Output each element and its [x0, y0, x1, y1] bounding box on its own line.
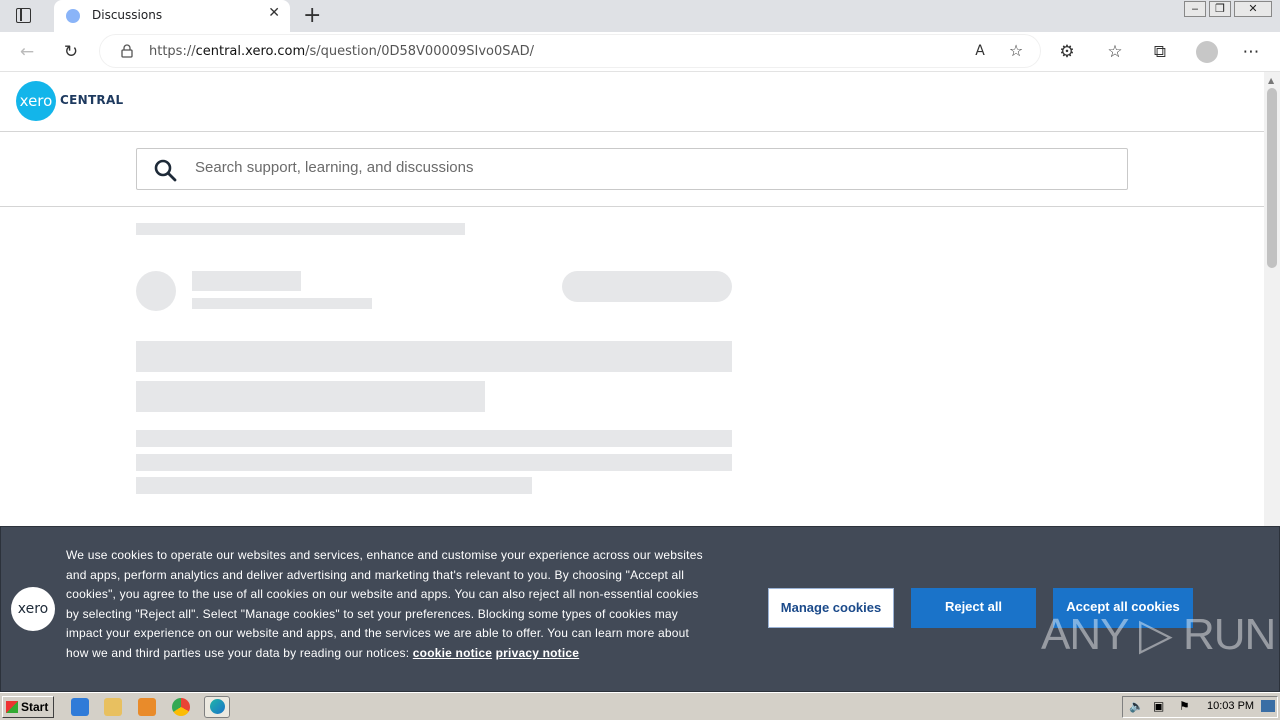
minimize-button[interactable]: ‒: [1184, 1, 1206, 17]
skeleton-body-line: [136, 454, 732, 471]
skeleton-date: [192, 298, 372, 309]
skeleton-avatar: [136, 271, 176, 311]
search-icon[interactable]: [153, 158, 177, 182]
clock: 10:03 PM: [1207, 700, 1255, 712]
skeleton-title-line: [136, 381, 485, 412]
skeleton-title-line: [136, 341, 732, 372]
central-brand-text[interactable]: CENTRAL: [60, 93, 124, 107]
system-tray: 🔈 ▣ ⚑ 10:03 PM: [1122, 696, 1278, 718]
address-bar[interactable]: https://central.xero.com/s/question/0D58…: [100, 35, 1040, 67]
search-box[interactable]: [136, 148, 1128, 190]
favorites-icon[interactable]: ☆: [1104, 41, 1126, 63]
windows-logo-icon: [6, 701, 18, 713]
cookie-message: We use cookies to operate our websites a…: [66, 548, 703, 660]
url-text: https://central.xero.com/s/question/0D58…: [149, 44, 535, 59]
show-desktop-icon[interactable]: [1261, 700, 1275, 712]
search-input[interactable]: [195, 159, 1095, 176]
tab-close-icon[interactable]: ✕: [268, 5, 280, 21]
restore-button[interactable]: ❐: [1209, 1, 1231, 17]
skeleton-body-line: [136, 430, 732, 447]
profile-avatar[interactable]: [1196, 41, 1218, 63]
skeleton-breadcrumb: [136, 223, 465, 235]
add-favorite-icon[interactable]: ☆: [1005, 40, 1027, 62]
close-window-button[interactable]: ✕: [1234, 1, 1272, 17]
read-aloud-icon[interactable]: A: [969, 40, 991, 62]
cookie-banner: xero We use cookies to operate our websi…: [0, 526, 1280, 692]
xero-favicon-icon: [66, 9, 80, 23]
xero-logo[interactable]: xero: [16, 81, 56, 121]
skeleton-body-line: [136, 477, 532, 494]
network-icon[interactable]: ▣: [1153, 699, 1164, 713]
chrome-icon[interactable]: [172, 698, 190, 716]
cookie-notice-link[interactable]: cookie notice: [413, 646, 492, 660]
ie-icon[interactable]: [71, 698, 89, 716]
extensions-icon[interactable]: ⚙: [1056, 41, 1078, 63]
explorer-icon[interactable]: [104, 698, 122, 716]
back-arrow-icon[interactable]: ←: [16, 41, 38, 63]
privacy-notice-link[interactable]: privacy notice: [496, 646, 580, 660]
start-button[interactable]: Start: [2, 696, 54, 718]
volume-icon[interactable]: 🔈: [1129, 699, 1144, 713]
scroll-thumb[interactable]: [1267, 88, 1277, 268]
anyrun-watermark: ANY ▷ RUN: [1041, 610, 1276, 659]
refresh-icon[interactable]: ↻: [60, 41, 82, 63]
tab-actions-icon[interactable]: [16, 8, 31, 23]
xero-logo-icon: xero: [11, 587, 55, 631]
more-menu-icon[interactable]: ⋯: [1240, 41, 1262, 63]
manage-cookies-button[interactable]: Manage cookies: [768, 588, 894, 628]
browser-toolbar: ← ↻ https://central.xero.com/s/question/…: [0, 32, 1280, 72]
reject-all-button[interactable]: Reject all: [911, 588, 1036, 628]
tab-discussions[interactable]: Discussions ✕: [54, 0, 290, 32]
media-player-icon[interactable]: [138, 698, 156, 716]
edge-taskbar-button[interactable]: [204, 696, 230, 718]
skeleton-author: [192, 271, 301, 291]
skeleton-follow-button: [562, 271, 732, 302]
new-tab-button[interactable]: +: [303, 3, 321, 28]
scroll-up-icon[interactable]: ▲: [1268, 76, 1274, 85]
tab-title: Discussions: [92, 8, 163, 22]
windows-taskbar: Start 🔈 ▣ ⚑ 10:03 PM: [0, 692, 1280, 720]
site-header: xero CENTRAL: [0, 72, 1264, 132]
search-band: [0, 132, 1264, 207]
edge-icon: [210, 699, 225, 714]
browser-tab-bar: Discussions ✕ + ‒ ❐ ✕: [0, 0, 1280, 32]
lock-icon: [121, 44, 133, 58]
flag-icon[interactable]: ⚑: [1179, 699, 1190, 713]
collections-icon[interactable]: ⧉: [1149, 41, 1171, 63]
